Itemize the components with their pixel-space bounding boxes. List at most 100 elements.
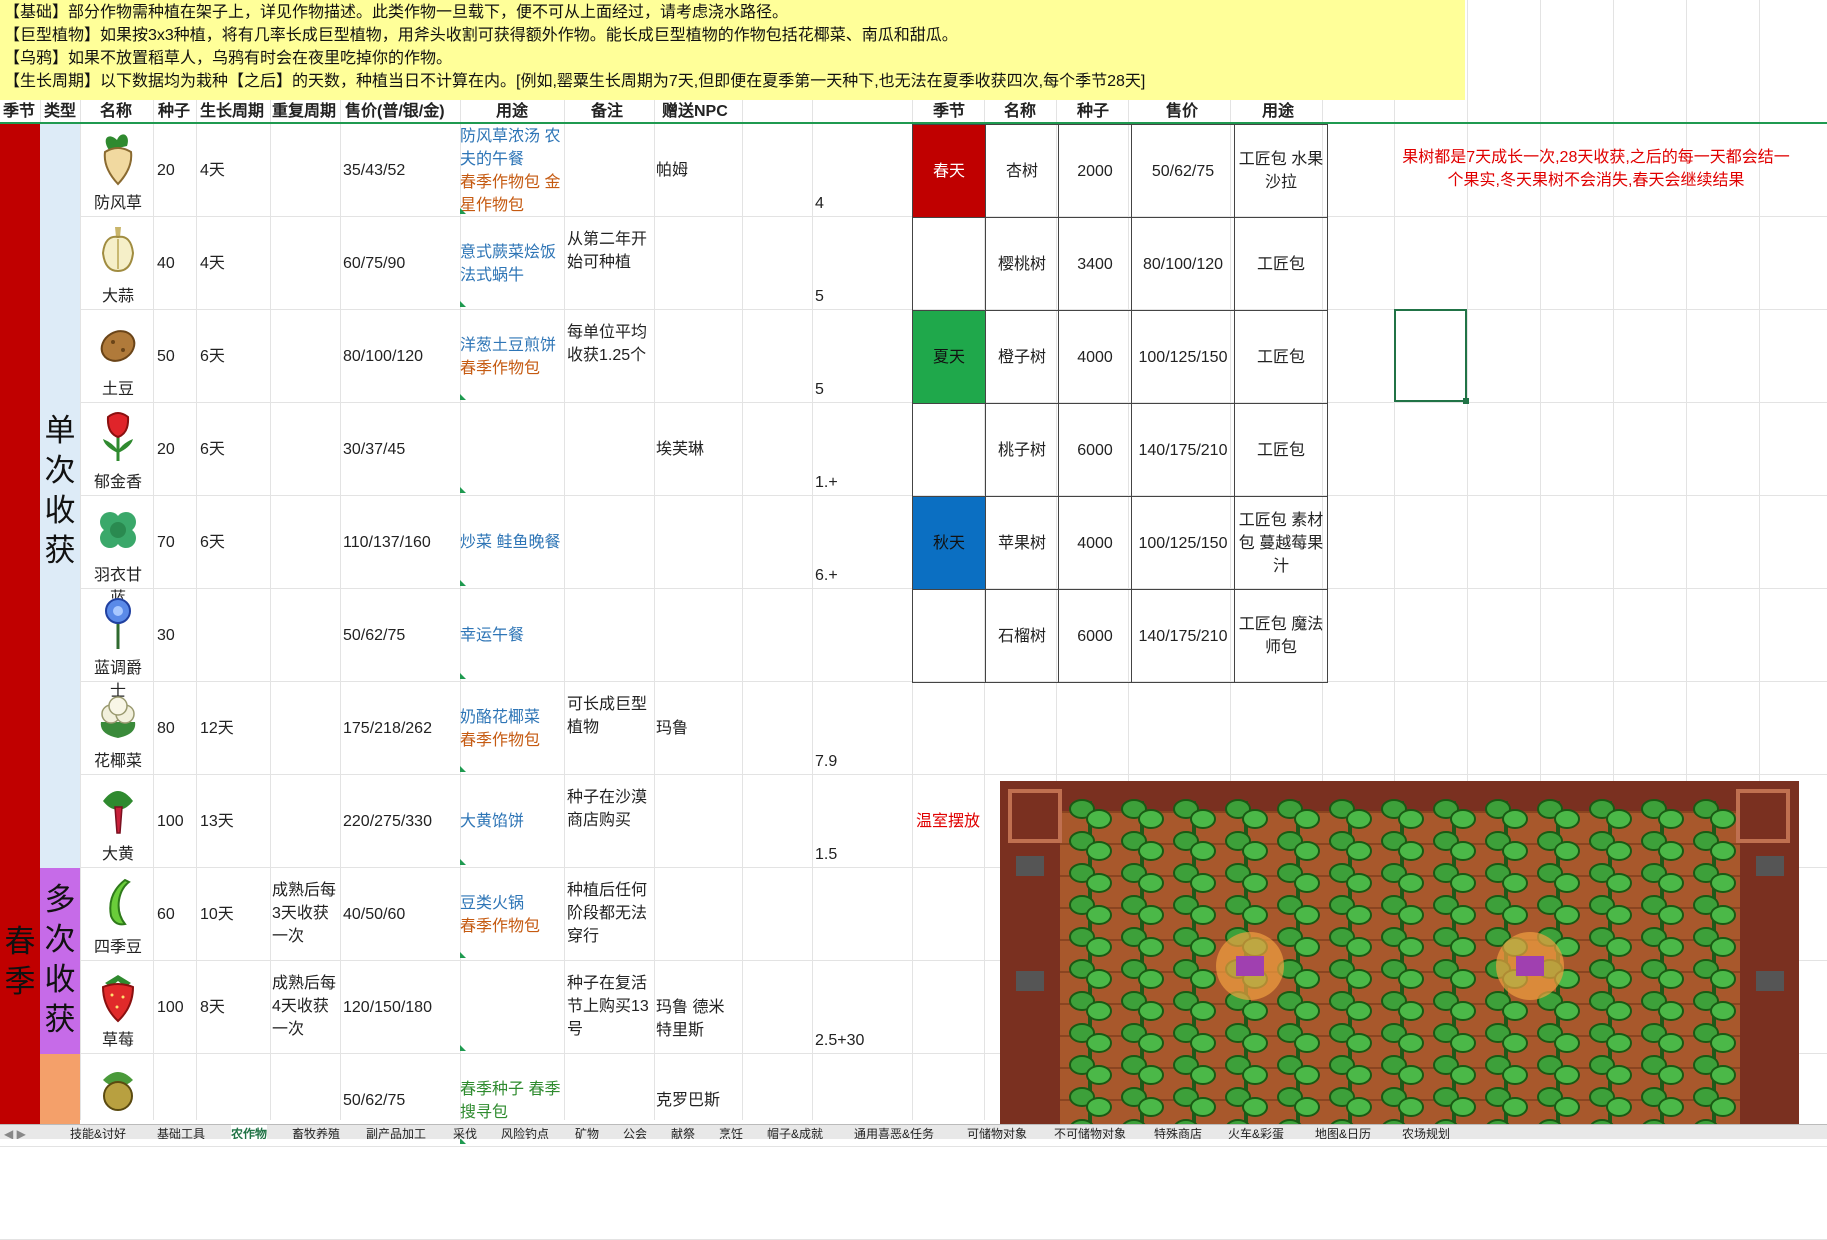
crop-sell-price[interactable]: 220/275/330 xyxy=(343,810,432,833)
crop-sell-price[interactable]: 110/137/160 xyxy=(343,531,431,554)
crop-growth-days[interactable]: 6天 xyxy=(200,531,225,554)
crop-growth-days[interactable]: 12天 xyxy=(200,717,234,740)
crop-use[interactable]: 幸运午餐 xyxy=(460,589,564,682)
crop-growth-days[interactable]: 6天 xyxy=(200,438,225,461)
use-recipe-link[interactable]: 大黄馅饼 xyxy=(460,810,564,833)
crop-extra-value[interactable]: 5 xyxy=(815,285,824,308)
use-recipe-link[interactable]: 洋葱土豆煎饼 xyxy=(460,334,564,357)
crop-remark[interactable]: 从第二年开始可种植 xyxy=(567,228,653,274)
sheet-tab[interactable]: 风险钓点 xyxy=(501,1125,549,1139)
crop-growth-days[interactable]: 6天 xyxy=(200,345,225,368)
sheet-tab[interactable]: 不可储物对象 xyxy=(1054,1125,1126,1139)
tree-name[interactable]: 杏树 xyxy=(985,124,1059,218)
crop-extra-value[interactable]: 1.+ xyxy=(815,471,838,494)
crop-name[interactable]: 草莓 xyxy=(93,1029,143,1052)
sheet-tab[interactable]: 畜牧养殖 xyxy=(292,1125,340,1139)
crop-name[interactable]: 防风草 xyxy=(93,192,143,215)
use-bundle-link[interactable]: 春季种子 春季搜寻包 xyxy=(460,1078,564,1124)
sheet-tab[interactable]: 帽子&成就 xyxy=(767,1125,823,1139)
crop-seed-price[interactable]: 80 xyxy=(157,717,175,740)
use-bundle-link[interactable]: 春季作物包 xyxy=(460,729,564,752)
crop-regrow[interactable]: 成熟后每4天收获一次 xyxy=(272,972,342,1041)
tree-use[interactable]: 工匠包 xyxy=(1234,403,1328,497)
crop-sell-price[interactable]: 50/62/75 xyxy=(343,1089,405,1112)
crop-gift-npc[interactable]: 玛鲁 德米特里斯 xyxy=(656,996,738,1042)
crop-use[interactable]: 奶酪花椰菜 春季作物包 xyxy=(460,682,564,775)
tree-name[interactable]: 桃子树 xyxy=(985,403,1059,497)
crop-seed-price[interactable]: 40 xyxy=(157,252,175,275)
tree-season[interactable]: 秋天 xyxy=(912,496,986,590)
tree-sell-price[interactable]: 80/100/120 xyxy=(1131,217,1235,311)
tree-seed-price[interactable]: 4000 xyxy=(1058,310,1132,404)
crop-growth-days[interactable]: 4天 xyxy=(200,159,225,182)
use-recipe-link[interactable]: 豆类火锅 xyxy=(460,892,564,915)
tree-sell-price[interactable]: 100/125/150 xyxy=(1131,310,1235,404)
crop-extra-value[interactable]: 4 xyxy=(815,192,824,215)
crop-seed-price[interactable]: 20 xyxy=(157,159,175,182)
crop-sell-price[interactable]: 80/100/120 xyxy=(343,345,423,368)
comment-indicator[interactable] xyxy=(460,859,466,865)
crop-name[interactable]: 四季豆 xyxy=(93,936,143,959)
crop-name[interactable]: 郁金香 xyxy=(93,471,143,494)
crop-use[interactable]: 豆类火锅 春季作物包 xyxy=(460,868,564,961)
comment-indicator[interactable] xyxy=(460,394,466,400)
crop-use[interactable]: 意式蕨菜烩饭 法式蜗牛 xyxy=(460,217,564,310)
crop-use[interactable]: 防风草浓汤 农夫的午餐 春季作物包 金星作物包 xyxy=(460,124,564,217)
tree-season[interactable] xyxy=(912,589,986,683)
header-season[interactable]: 季节 xyxy=(3,100,35,123)
comment-indicator[interactable] xyxy=(460,1045,466,1051)
selected-cell[interactable] xyxy=(1394,309,1467,402)
crop-extra-value[interactable]: 6.+ xyxy=(815,564,838,587)
use-recipe-link[interactable]: 奶酪花椰菜 xyxy=(460,706,564,729)
crop-growth-days[interactable]: 10天 xyxy=(200,903,234,926)
tree-season[interactable] xyxy=(912,217,986,311)
crop-growth-days[interactable]: 4天 xyxy=(200,252,225,275)
crop-use[interactable] xyxy=(460,961,564,1054)
tree-name[interactable]: 樱桃树 xyxy=(985,217,1059,311)
sheet-tab[interactable]: 采伐 xyxy=(453,1125,477,1139)
crop-remark[interactable]: 每单位平均收获1.25个 xyxy=(567,321,653,367)
crop-name[interactable]: 大蒜 xyxy=(93,285,143,308)
crop-growth-days[interactable]: 8天 xyxy=(200,996,225,1019)
header-npc[interactable]: 赠送NPC xyxy=(662,100,728,123)
crop-gift-npc[interactable]: 克罗巴斯 xyxy=(656,1089,738,1112)
tree-header-seed[interactable]: 种子 xyxy=(1077,100,1109,123)
tree-season[interactable] xyxy=(912,403,986,497)
comment-indicator[interactable] xyxy=(460,952,466,958)
tree-use[interactable]: 工匠包 魔法师包 xyxy=(1234,589,1328,683)
tree-use[interactable]: 工匠包 素材包 蔓越莓果汁 xyxy=(1234,496,1328,590)
tree-sell-price[interactable]: 140/175/210 xyxy=(1131,589,1235,683)
sheet-tab[interactable]: 火车&彩蛋 xyxy=(1228,1125,1284,1139)
crop-use[interactable]: 洋葱土豆煎饼 春季作物包 xyxy=(460,310,564,403)
tree-name[interactable]: 石榴树 xyxy=(985,589,1059,683)
sheet-tab[interactable]: 技能&讨好 xyxy=(70,1125,126,1139)
use-bundle-link[interactable]: 春季作物包 xyxy=(460,357,564,380)
crop-seed-price[interactable]: 60 xyxy=(157,903,175,926)
tree-header-name[interactable]: 名称 xyxy=(1004,100,1036,123)
tree-season[interactable]: 夏天 xyxy=(912,310,986,404)
crop-sell-price[interactable]: 50/62/75 xyxy=(343,624,405,647)
crop-regrow[interactable]: 成熟后每3天收获一次 xyxy=(272,879,342,948)
crop-gift-npc[interactable]: 埃芙琳 xyxy=(656,438,738,461)
header-type[interactable]: 类型 xyxy=(44,100,76,123)
sheet-tab[interactable]: 通用喜恶&任务 xyxy=(854,1125,934,1139)
crop-use[interactable]: 炒菜 鲑鱼晚餐 xyxy=(460,496,564,589)
use-recipe-link[interactable]: 意式蕨菜烩饭 法式蜗牛 xyxy=(460,241,564,287)
tree-sell-price[interactable]: 140/175/210 xyxy=(1131,403,1235,497)
crop-seed-price[interactable]: 50 xyxy=(157,345,175,368)
crop-name[interactable]: 土豆 xyxy=(93,378,143,401)
header-price[interactable]: 售价(普/银/金) xyxy=(345,100,445,123)
sheet-tab[interactable]: 农作物 xyxy=(231,1125,268,1139)
sheet-tab[interactable]: 农场规划 xyxy=(1402,1125,1450,1139)
crop-seed-price[interactable]: 20 xyxy=(157,438,175,461)
crop-gift-npc[interactable]: 帕姆 xyxy=(656,159,738,182)
header-use[interactable]: 用途 xyxy=(496,100,528,123)
sheet-tab[interactable]: 公会 xyxy=(623,1125,647,1139)
tree-sell-price[interactable]: 50/62/75 xyxy=(1131,124,1235,218)
crop-extra-value[interactable]: 5 xyxy=(815,378,824,401)
crop-sell-price[interactable]: 175/218/262 xyxy=(343,717,432,740)
crop-remark[interactable]: 种植后任何阶段都无法穿行 xyxy=(567,879,653,948)
sheet-tab[interactable]: 地图&日历 xyxy=(1315,1125,1371,1139)
use-recipe-link[interactable]: 防风草浓汤 农夫的午餐 xyxy=(460,125,564,171)
crop-growth-days[interactable]: 13天 xyxy=(200,810,234,833)
